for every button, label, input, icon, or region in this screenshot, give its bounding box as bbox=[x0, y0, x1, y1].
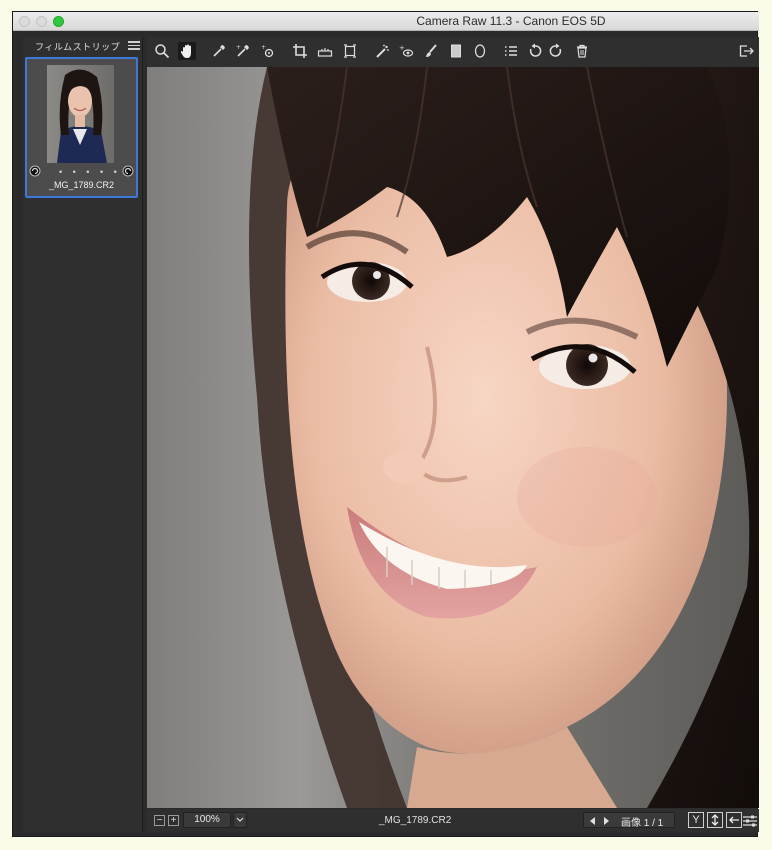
transform-tool-icon[interactable] bbox=[341, 42, 359, 60]
preferences-icon[interactable] bbox=[502, 42, 520, 60]
targeted-adjustment-tool-icon[interactable]: + bbox=[259, 42, 277, 60]
white-balance-tool-icon[interactable] bbox=[210, 42, 228, 60]
status-bar: − + 100% _MG_1789.CR2 画像 1 / 1 Y bbox=[147, 809, 759, 832]
tool-bar: + + + bbox=[147, 37, 759, 67]
crop-tool-icon[interactable] bbox=[291, 42, 309, 60]
thumbnail-image bbox=[47, 65, 114, 163]
hand-tool-icon[interactable] bbox=[178, 42, 196, 60]
zoom-level-field[interactable]: 100% bbox=[183, 812, 231, 828]
zoom-in-button[interactable]: + bbox=[168, 815, 179, 826]
before-after-view-button[interactable]: Y bbox=[688, 812, 704, 828]
filmstrip-thumbnail[interactable]: • • • • • _MG_1789.CR2 bbox=[25, 57, 138, 198]
copy-settings-icon[interactable] bbox=[726, 812, 742, 828]
image-navigator: 画像 1 / 1 bbox=[583, 812, 675, 829]
zoom-dropdown[interactable] bbox=[233, 812, 247, 828]
filmstrip-panel: フィルムストリップ • • • • • _MG_1789.CR2 bbox=[23, 37, 143, 832]
chevron-down-icon bbox=[236, 817, 244, 822]
rotate-ccw-icon[interactable] bbox=[526, 42, 544, 60]
previous-image-icon[interactable] bbox=[590, 817, 595, 825]
svg-text:+: + bbox=[399, 44, 405, 52]
camera-raw-window: Camera Raw 11.3 - Canon EOS 5D フィルムストリップ bbox=[12, 11, 759, 837]
rating-dots[interactable]: • • • • • bbox=[59, 167, 121, 177]
next-image-icon[interactable] bbox=[604, 817, 609, 825]
toggle-settings-icon[interactable] bbox=[741, 812, 759, 830]
thumbnail-filename: _MG_1789.CR2 bbox=[48, 180, 115, 190]
image-preview[interactable] bbox=[147, 67, 759, 808]
hamburger-icon[interactable] bbox=[128, 39, 140, 51]
rotate-icon[interactable] bbox=[122, 164, 134, 177]
reject-rotate-icon[interactable] bbox=[29, 164, 41, 177]
rotate-cw-icon[interactable] bbox=[547, 42, 565, 60]
filmstrip-title: フィルムストリップ bbox=[35, 42, 121, 52]
svg-text:+: + bbox=[236, 44, 241, 51]
svg-text:+: + bbox=[261, 44, 266, 51]
red-eye-removal-icon[interactable]: + bbox=[397, 42, 415, 60]
current-filename: _MG_1789.CR2 bbox=[379, 815, 452, 826]
trash-icon[interactable] bbox=[573, 42, 591, 60]
color-sampler-tool-icon[interactable]: + bbox=[234, 42, 252, 60]
zoom-out-button[interactable]: − bbox=[154, 815, 165, 826]
adjustment-brush-icon[interactable] bbox=[422, 42, 440, 60]
fullscreen-toggle-icon[interactable] bbox=[737, 42, 755, 60]
swap-settings-icon[interactable] bbox=[707, 812, 723, 828]
window-title: Camera Raw 11.3 - Canon EOS 5D bbox=[416, 14, 606, 28]
straighten-tool-icon[interactable] bbox=[316, 42, 334, 60]
radial-filter-icon[interactable] bbox=[471, 42, 489, 60]
title-bar: Camera Raw 11.3 - Canon EOS 5D bbox=[13, 12, 759, 31]
image-count: 画像 1 / 1 bbox=[621, 818, 664, 829]
zoom-tool-icon[interactable] bbox=[153, 42, 171, 60]
spot-removal-tool-icon[interactable] bbox=[373, 42, 391, 60]
filmstrip-header: フィルムストリップ bbox=[23, 37, 143, 55]
graduated-filter-icon[interactable] bbox=[447, 42, 465, 60]
